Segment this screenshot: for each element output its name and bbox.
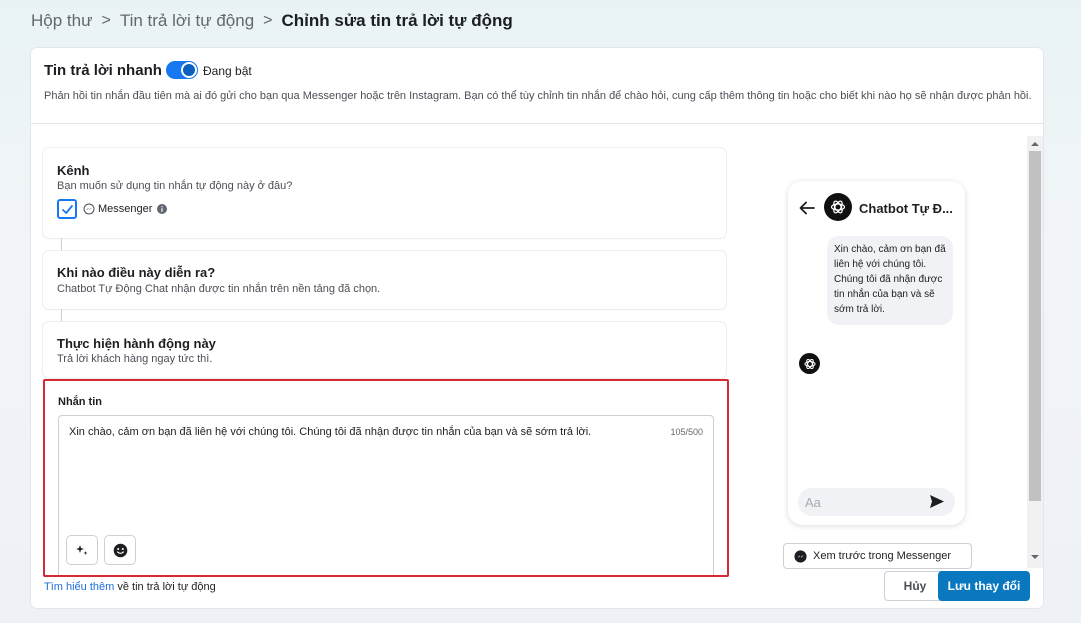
flow-connector	[61, 238, 62, 251]
messenger-checkbox[interactable]	[57, 199, 77, 219]
emoji-button[interactable]	[104, 535, 136, 565]
channel-subtitle: Bạn muốn sử dụng tin nhắn tự động này ở …	[57, 180, 293, 192]
scrollbar-thumb[interactable]	[1029, 151, 1041, 501]
scroll-up-icon[interactable]	[1030, 140, 1040, 148]
info-icon[interactable]	[157, 204, 167, 214]
personalize-button[interactable]	[66, 535, 98, 565]
enable-toggle[interactable]	[166, 61, 198, 79]
card-header: Tin trả lời nhanh Đang bật Phản hồi tin …	[31, 48, 1043, 124]
check-icon	[62, 205, 73, 214]
bot-avatar-small	[799, 353, 820, 374]
send-icon[interactable]	[929, 494, 945, 509]
learn-more-rest: về tin trả lời tự động	[114, 581, 216, 593]
messenger-icon	[794, 549, 807, 563]
trigger-section: Khi nào điều này diễn ra? Chatbot Tự Độn…	[43, 251, 726, 309]
bot-logo-icon	[830, 200, 846, 214]
breadcrumb-inbox[interactable]: Hộp thư	[31, 11, 92, 31]
save-changes-button[interactable]: Lưu thay đổi	[938, 571, 1030, 601]
message-textarea[interactable]: Xin chào, cảm ơn bạn đã liên hệ với chún…	[58, 415, 714, 575]
sparkle-icon	[76, 545, 88, 555]
messenger-preview: Chatbot Tự Đ... Xin chào, cảm ơn bạn đã …	[788, 181, 965, 525]
preview-message-bubble: Xin chào, cảm ơn bạn đã liên hệ với chún…	[827, 236, 953, 325]
messenger-icon	[83, 203, 95, 215]
learn-more-link[interactable]: Tìm hiểu thêm	[44, 581, 114, 593]
bot-logo-icon	[803, 358, 816, 369]
action-section: Thực hiện hành động này Trả lời khách hà…	[43, 322, 726, 378]
channel-title: Kênh	[57, 163, 90, 178]
messenger-label: Messenger	[98, 203, 153, 215]
back-arrow-icon[interactable]	[799, 201, 815, 215]
toggle-knob	[181, 62, 197, 78]
edit-auto-reply-card: Tin trả lời nhanh Đang bật Phản hồi tin …	[31, 48, 1043, 608]
action-title: Thực hiện hành động này	[57, 336, 216, 351]
message-text[interactable]: Xin chào, cảm ơn bạn đã liên hệ với chún…	[69, 426, 629, 438]
preview-button-label: Xem trước trong Messenger	[813, 550, 952, 562]
chevron-right-icon: >	[263, 12, 273, 29]
page-title: Tin trả lời nhanh	[44, 62, 162, 79]
header-description: Phản hồi tin nhắn đầu tiên mà ai đó gửi …	[44, 90, 1032, 102]
action-subtitle: Trả lời khách hàng ngay tức thì.	[57, 353, 213, 365]
learn-more-text: Tìm hiểu thêm về tin trả lời tự động	[44, 581, 216, 593]
channel-section: Kênh Bạn muốn sử dụng tin nhắn tự động n…	[43, 148, 726, 238]
cancel-button[interactable]: Hủy	[884, 571, 946, 601]
bot-avatar	[824, 193, 852, 221]
toggle-status-label: Đang bật	[203, 64, 252, 78]
trigger-title: Khi nào điều này diễn ra?	[57, 265, 216, 280]
preview-in-messenger-button[interactable]: Xem trước trong Messenger	[783, 543, 972, 569]
breadcrumb-current: Chỉnh sửa tin trả lời tự động	[281, 11, 513, 30]
message-title: Nhắn tin	[58, 396, 102, 408]
chevron-right-icon: >	[101, 12, 111, 29]
flow-connector	[61, 309, 62, 322]
breadcrumb-auto-replies[interactable]: Tin trả lời tự động	[120, 11, 254, 31]
message-section: Nhắn tin Xin chào, cảm ơn bạn đã liên hệ…	[43, 379, 729, 577]
trigger-subtitle: Chatbot Tự Động Chat nhận được tin nhắn …	[57, 283, 381, 295]
emoji-icon	[113, 543, 127, 557]
bot-name: Chatbot Tự Đ...	[859, 201, 953, 216]
scroll-down-icon[interactable]	[1030, 553, 1040, 561]
character-count: 105/500	[670, 427, 703, 437]
breadcrumb: Hộp thư > Tin trả lời tự động > Chỉnh sử…	[31, 10, 513, 32]
